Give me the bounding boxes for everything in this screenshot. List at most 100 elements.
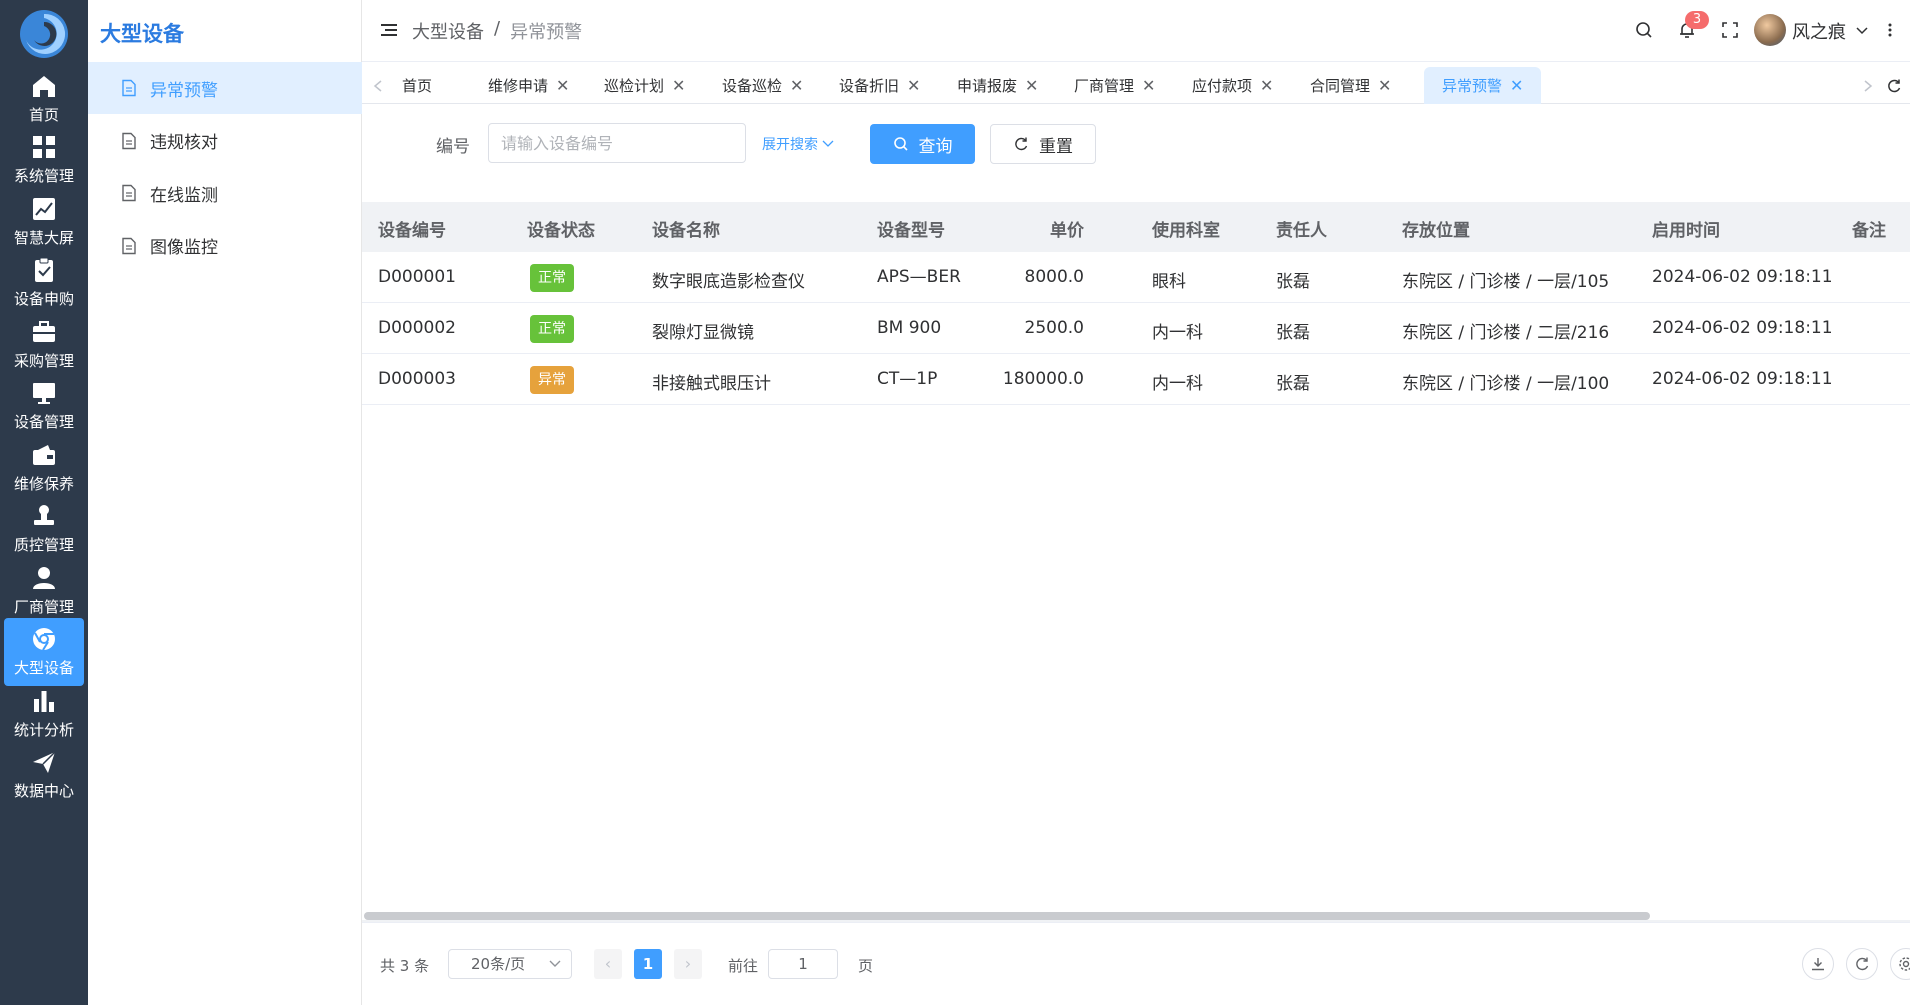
expand-search-label: 展开搜索: [762, 137, 818, 153]
sidebar-item[interactable]: 图像监控: [88, 220, 362, 272]
cell-device-name: 裂隙灯显微镜: [652, 323, 754, 343]
close-icon[interactable]: ✕: [1142, 76, 1155, 95]
tab-label: 异常预警: [1442, 77, 1503, 95]
rail-item[interactable]: 数据中心: [4, 741, 84, 809]
tab-item[interactable]: 设备折旧 ✕: [839, 67, 920, 104]
rail-item-label: 数据中心: [13, 782, 74, 800]
cell-owner: 张磊: [1276, 374, 1310, 394]
close-icon[interactable]: ✕: [1378, 76, 1391, 95]
cell-price: 2500.0: [1024, 318, 1084, 338]
table-row[interactable]: D000002 正常 裂隙灯显微镜 BM 900 2500.0 内一科 张磊 东院区 / 门诊…: [362, 303, 1910, 354]
reset-button-label: 重置: [1039, 136, 1073, 157]
column-header: 责任人: [1276, 221, 1327, 241]
tab-item[interactable]: 巡检计划 ✕: [604, 67, 685, 104]
cell-device-model: BM 900: [877, 318, 942, 338]
close-icon[interactable]: ✕: [556, 76, 569, 95]
column-header: 使用科室: [1152, 221, 1220, 241]
tab-item[interactable]: 维修申请 ✕: [488, 67, 569, 104]
status-badge: 正常: [530, 315, 574, 343]
sidebar-item[interactable]: 在线监测: [88, 167, 362, 219]
rail-item[interactable]: 智慧大屏: [4, 187, 84, 255]
cell-device-name: 非接触式眼压计: [652, 374, 771, 394]
close-icon[interactable]: ✕: [907, 76, 920, 95]
goto-label: 前往: [728, 957, 759, 975]
tab-label: 首页: [402, 77, 433, 95]
tabs-scroll-right-icon[interactable]: [1862, 67, 1874, 104]
rail-item[interactable]: 设备管理: [4, 372, 84, 440]
prev-page-button[interactable]: ‹: [594, 949, 622, 979]
goto-page-input[interactable]: 1: [768, 949, 838, 979]
monitor-icon: [33, 383, 55, 404]
rail-item[interactable]: 首页: [4, 64, 84, 132]
menu-toggle-icon[interactable]: [380, 21, 398, 39]
top-header: 大型设备 / 异常预警 3 风之痕: [362, 0, 1910, 62]
column-header: 设备编号: [378, 221, 446, 241]
tab-item[interactable]: 申请报废 ✕: [957, 67, 1038, 104]
tab-item[interactable]: 厂商管理 ✕: [1074, 67, 1155, 104]
sidebar-title: 大型设备: [100, 22, 184, 46]
close-icon[interactable]: ✕: [672, 76, 685, 95]
search-icon: [893, 137, 908, 151]
download-icon[interactable]: [1802, 948, 1834, 980]
cell-device-model: APS—BER: [877, 267, 961, 287]
refresh-icon[interactable]: [1846, 948, 1878, 980]
table-row[interactable]: D000003 异常 非接触式眼压计 CT—1P 180000.0 内一科 张磊 东院区 / …: [362, 354, 1910, 405]
tab-item[interactable]: 设备巡检 ✕: [722, 67, 803, 104]
briefcase-icon: [33, 320, 55, 342]
username[interactable]: 风之痕: [1792, 18, 1846, 44]
fullscreen-icon[interactable]: [1718, 18, 1742, 42]
table-row[interactable]: D000001 正常 数字眼底造影检查仪 APS—BER 8000.0 眼科 张磊 东院区 /…: [362, 252, 1910, 303]
page-number-button[interactable]: 1: [634, 949, 662, 979]
close-icon[interactable]: ✕: [1260, 76, 1273, 95]
close-icon[interactable]: ✕: [1510, 76, 1523, 95]
sidebar-item[interactable]: 异常预警: [88, 62, 362, 114]
rail-item[interactable]: 厂商管理: [4, 556, 84, 624]
rail-item[interactable]: 系统管理: [4, 126, 84, 194]
tab-item[interactable]: 首页: [402, 67, 432, 104]
rail-item-label: 采购管理: [13, 351, 74, 370]
tab-item[interactable]: 应付款项 ✕: [1192, 67, 1273, 104]
settings-icon[interactable]: [1890, 948, 1910, 980]
chevron-down-icon[interactable]: [1850, 18, 1874, 42]
sub-sidebar: 大型设备 异常预警 违规核对 在线监测图像监控: [88, 0, 362, 1005]
close-icon[interactable]: ✕: [790, 76, 803, 95]
rail-item-label: 首页: [28, 105, 59, 124]
horizontal-scrollbar[interactable]: [364, 912, 1650, 920]
column-header: 设备名称: [652, 221, 720, 241]
rail-item[interactable]: 质控管理: [4, 495, 84, 563]
tabs-scroll-left-icon[interactable]: [372, 67, 384, 104]
tab-item[interactable]: 异常预警 ✕: [1424, 67, 1542, 104]
document-icon: [122, 184, 136, 202]
refresh-tabs-icon[interactable]: [1886, 67, 1902, 104]
search-icon[interactable]: [1632, 18, 1656, 42]
rail-item-label: 大型设备: [13, 659, 74, 677]
more-vertical-icon[interactable]: [1878, 18, 1902, 42]
tab-label: 维修申请: [488, 77, 549, 95]
cell-price: 180000.0: [1002, 369, 1084, 389]
page-size-select[interactable]: 20条/页: [448, 949, 572, 979]
sidebar-item[interactable]: 违规核对: [88, 115, 362, 167]
query-button[interactable]: 查询: [870, 124, 975, 164]
avatar[interactable]: [1754, 14, 1786, 46]
main-rail: 首页系统管理 智慧大屏 设备申购采购管理设备管理 维修保养 质控管理 厂商管理大型设备统计…: [0, 0, 88, 1005]
cell-department: 眼科: [1152, 272, 1186, 292]
sidebar-item-label: 图像监控: [150, 238, 218, 258]
next-page-button[interactable]: ›: [674, 949, 702, 979]
device-id-input[interactable]: [488, 123, 746, 163]
tab-item[interactable]: 合同管理 ✕: [1310, 67, 1391, 104]
column-header: 启用时间: [1652, 221, 1720, 241]
rail-item[interactable]: 大型设备: [4, 617, 84, 686]
close-icon[interactable]: ✕: [1025, 76, 1038, 95]
page-unit-label: 页: [858, 957, 874, 975]
expand-search-link[interactable]: 展开搜索: [762, 134, 834, 154]
rail-item[interactable]: 统计分析: [4, 679, 84, 747]
breadcrumb-item[interactable]: 大型设备: [412, 18, 484, 44]
rail-item[interactable]: 维修保养: [4, 433, 84, 501]
cell-device-model: CT—1P: [877, 369, 938, 389]
rail-item-label: 统计分析: [13, 720, 74, 739]
rail-item[interactable]: 设备申购: [4, 249, 84, 317]
rail-item[interactable]: 采购管理: [4, 310, 84, 378]
wallet-icon: [33, 444, 55, 465]
breadcrumb-separator: /: [494, 18, 501, 39]
reset-button[interactable]: 重置: [990, 124, 1096, 164]
